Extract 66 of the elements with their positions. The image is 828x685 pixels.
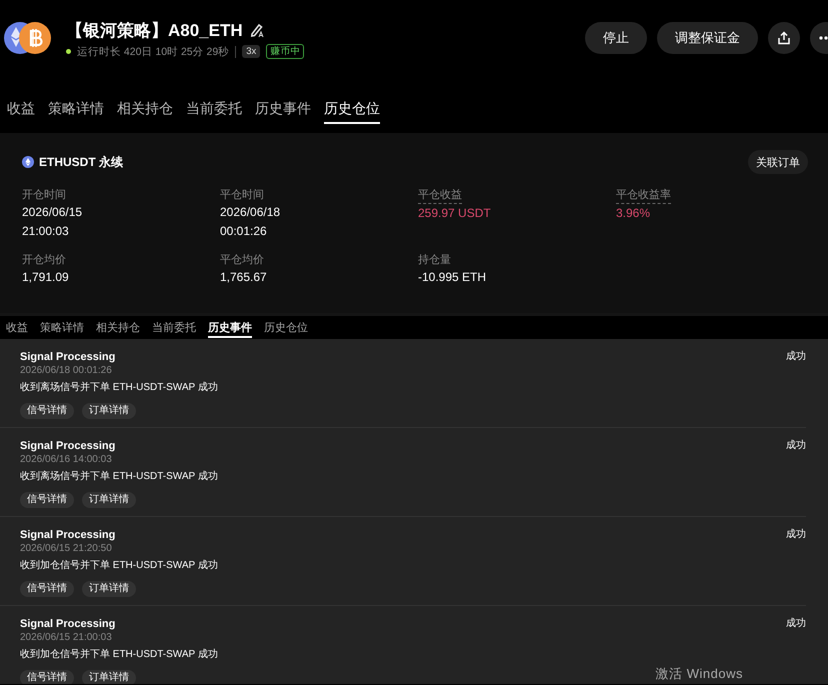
event-title: Signal Processing <box>20 528 116 542</box>
event-time: 2026/06/18 00:01:26 <box>20 364 113 377</box>
tab[interactable]: 收益 <box>0 316 34 339</box>
event-message: 收到离场信号并下单 ETH-USDT-SWAP 成功 <box>20 470 219 484</box>
event-title: Signal Processing <box>20 617 116 631</box>
leverage-badge: 3x <box>242 45 260 58</box>
tab[interactable]: 历史仓位 <box>324 85 380 133</box>
event-time: 2026/06/15 21:20:50 <box>20 542 113 555</box>
event-message: 收到加仓信号并下单 ETH-USDT-SWAP 成功 <box>20 648 219 662</box>
event-status: 成功 <box>786 350 806 364</box>
event-message: 收到离场信号并下单 ETH-USDT-SWAP 成功 <box>20 381 219 395</box>
event-status: 成功 <box>786 528 806 542</box>
adjust-margin-button[interactable]: 调整保证金 <box>657 22 758 54</box>
field-value: 1,791.09 <box>22 269 69 286</box>
tab[interactable]: 相关持仓 <box>110 85 180 133</box>
tab[interactable]: 历史仓位 <box>258 316 314 339</box>
strategy-title: 【银河策略】A80_ETH <box>66 20 243 42</box>
order-details-button[interactable]: 订单详情 <box>82 403 136 419</box>
order-details-button[interactable]: 订单详情 <box>82 492 136 508</box>
field-label: 平仓时间 <box>220 188 264 203</box>
field-label: 持仓量 <box>418 253 451 268</box>
tab[interactable]: 历史事件 <box>208 316 252 339</box>
order-details-button[interactable]: 订单详情 <box>82 581 136 597</box>
event-time: 2026/06/16 14:00:03 <box>20 453 113 466</box>
field-value: 2026/06/18 <box>220 204 280 221</box>
event-status: 成功 <box>786 439 806 453</box>
field-label: 平仓收益 <box>418 188 462 204</box>
tab[interactable]: 策略详情 <box>34 316 90 339</box>
field-label: 开仓均价 <box>22 253 66 268</box>
stop-button[interactable]: 停止 <box>585 22 647 54</box>
share-button[interactable] <box>768 22 800 54</box>
event-status: 成功 <box>786 617 806 631</box>
field-value: 3.96% <box>616 205 650 222</box>
linked-orders-button[interactable]: 关联订单 <box>748 150 808 174</box>
tab[interactable]: 当前委托 <box>146 316 202 339</box>
field-value: 00:01:26 <box>220 223 267 240</box>
signal-details-button[interactable]: 信号详情 <box>20 403 74 419</box>
event-message: 收到加仓信号并下单 ETH-USDT-SWAP 成功 <box>20 559 219 573</box>
symbol-name: ETHUSDT 永续 <box>39 154 123 170</box>
runtime-text: 运行时长 420日 10时 25分 29秒 <box>77 44 230 58</box>
field-value: 21:00:03 <box>22 223 69 240</box>
event-time: 2026/06/15 21:00:03 <box>20 631 113 644</box>
tab[interactable]: 当前委托 <box>179 85 249 133</box>
order-details-button[interactable]: 订单详情 <box>82 670 136 684</box>
activation-notice: 激活 Windows <box>656 665 743 683</box>
rename-icon[interactable] <box>248 22 265 38</box>
field-value: 2026/06/15 <box>22 204 82 221</box>
signal-details-button[interactable]: 信号详情 <box>20 670 74 684</box>
tab[interactable]: 相关持仓 <box>90 316 146 339</box>
event-title: Signal Processing <box>20 350 116 364</box>
field-label: 平仓均价 <box>220 253 264 268</box>
status-badge: 赚币中 <box>266 44 304 59</box>
signal-details-button[interactable]: 信号详情 <box>20 581 74 597</box>
event-title: Signal Processing <box>20 439 116 453</box>
coin-pair-icon <box>4 21 52 55</box>
field-value: 1,765.67 <box>220 269 267 286</box>
signal-details-button[interactable]: 信号详情 <box>20 492 74 508</box>
tab[interactable]: 策略详情 <box>41 85 111 133</box>
share-icon <box>777 31 791 45</box>
tab[interactable]: 收益 <box>0 85 42 133</box>
tab[interactable]: 历史事件 <box>248 85 318 133</box>
field-label: 平仓收益率 <box>616 188 671 204</box>
eth-icon <box>22 156 34 168</box>
field-label: 开仓时间 <box>22 188 66 203</box>
field-value: 259.97 USDT <box>418 205 491 222</box>
field-value: -10.995 ETH <box>418 269 486 286</box>
